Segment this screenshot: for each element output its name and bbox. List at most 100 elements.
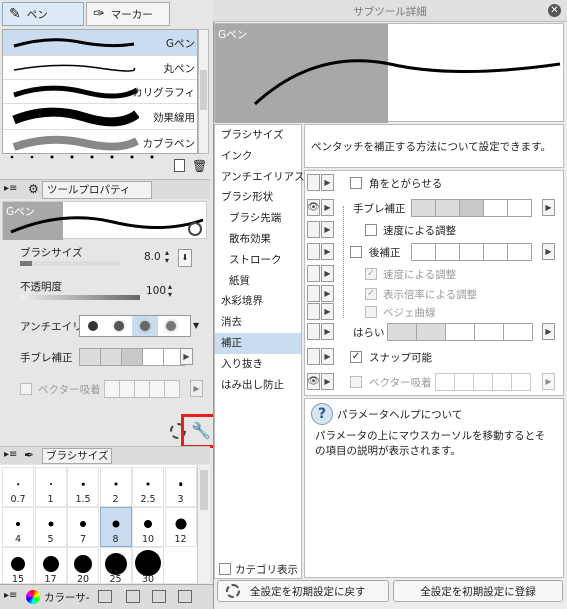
expand-arrow[interactable]: ▶ xyxy=(321,243,334,260)
show-category-checkbox[interactable] xyxy=(219,563,231,575)
brush-size-cell[interactable]: 15 xyxy=(2,547,34,587)
brush-item[interactable]: 丸ペン xyxy=(3,56,197,80)
post-correction-arrow[interactable]: ▶ xyxy=(542,243,555,260)
brush-size-cell[interactable]: 3 xyxy=(164,467,197,507)
expand-arrow[interactable]: ▶ xyxy=(321,323,334,340)
expand-arrow[interactable]: ▶ xyxy=(321,221,334,238)
post-correction-level[interactable] xyxy=(411,243,532,261)
speed-adjust-2-checkbox[interactable]: ✓ xyxy=(365,268,377,280)
brush-item[interactable]: カリグラフィ xyxy=(3,80,197,104)
brush-size-cell[interactable]: 2 xyxy=(99,467,132,507)
panel-menu-icon[interactable]: ▸≡ xyxy=(4,449,17,460)
speed-adjust-checkbox[interactable] xyxy=(365,224,377,236)
expand-arrow[interactable]: ▶ xyxy=(321,373,334,390)
category-item[interactable]: はみ出し防止 xyxy=(215,375,301,396)
brush-size-cell[interactable]: 17 xyxy=(34,547,67,587)
vector-snap-detail-arrow[interactable]: ▶ xyxy=(542,373,555,390)
eye-toggle[interactable] xyxy=(307,265,320,282)
category-item[interactable]: インク xyxy=(215,146,301,167)
category-item[interactable]: 消去 xyxy=(215,312,301,333)
eye-icon[interactable]: 👁 xyxy=(307,199,320,216)
panel-icon[interactable] xyxy=(98,590,112,603)
panel-icon[interactable] xyxy=(126,590,140,603)
tool-tab-marker[interactable]: ✑ マーカー xyxy=(86,2,170,26)
category-item[interactable]: アンチエイリアス xyxy=(215,167,305,188)
category-item[interactable]: ブラシ先端 xyxy=(215,208,301,229)
brush-size-cell[interactable]: 20 xyxy=(67,547,99,587)
brush-item[interactable]: カブラペン xyxy=(3,130,197,153)
category-item[interactable]: 水彩境界 xyxy=(215,291,301,312)
category-item[interactable]: 紙質 xyxy=(215,271,301,292)
panel-icon[interactable] xyxy=(152,590,166,603)
brush-size-scrollbar[interactable] xyxy=(197,465,210,583)
eye-toggle[interactable] xyxy=(307,285,320,302)
trash-icon[interactable]: 🗑 xyxy=(192,159,207,173)
vector-snap-detail-checkbox[interactable] xyxy=(350,376,362,388)
eye-icon[interactable]: 👁 xyxy=(307,373,320,390)
zoom-search-icon[interactable] xyxy=(188,222,202,236)
panel-icon[interactable] xyxy=(178,590,192,603)
snap-checkbox[interactable]: ✓ xyxy=(350,351,362,363)
brush-size-dropdown[interactable]: ⬇ xyxy=(178,249,192,267)
eye-toggle[interactable] xyxy=(307,323,320,340)
eye-toggle[interactable] xyxy=(307,221,320,238)
expand-arrow[interactable]: ▶ xyxy=(321,174,334,191)
category-item[interactable]: 入り抜き xyxy=(215,354,301,375)
harai-level[interactable] xyxy=(387,323,533,341)
tool-property-tab[interactable]: ツールプロパティ xyxy=(42,181,152,199)
expand-arrow[interactable]: ▶ xyxy=(321,303,334,320)
stabilization-level[interactable] xyxy=(79,348,185,366)
stabilization-arrow[interactable]: ▶ xyxy=(180,348,193,365)
category-item[interactable]: ブラシ形状 xyxy=(215,187,301,208)
vector-snap-checkbox[interactable] xyxy=(20,383,32,395)
post-correction-checkbox[interactable] xyxy=(350,246,362,258)
brush-size-cell[interactable]: 30 xyxy=(132,547,164,587)
stabilization-detail-arrow[interactable]: ▶ xyxy=(542,199,555,216)
brush-size-value[interactable]: 8.0 xyxy=(144,251,161,263)
brush-size-cell[interactable]: 12 xyxy=(164,507,197,547)
bezier-checkbox[interactable] xyxy=(365,306,377,318)
expand-arrow[interactable]: ▶ xyxy=(321,265,334,282)
brush-size-cell[interactable]: 1.5 xyxy=(67,467,99,507)
opacity-slider[interactable] xyxy=(20,295,140,300)
brush-size-spinner[interactable]: ▴ ▾ xyxy=(165,249,169,265)
harai-arrow[interactable]: ▶ xyxy=(542,323,555,340)
category-item[interactable]: ブラシサイズ xyxy=(215,125,301,146)
category-item[interactable]: 補正 xyxy=(215,332,301,354)
brush-size-cell[interactable]: 4 xyxy=(2,507,34,547)
expand-arrow[interactable]: ▶ xyxy=(321,348,334,365)
brush-size-cell[interactable]: 5 xyxy=(34,507,67,547)
brush-size-cell[interactable]: 1 xyxy=(34,467,67,507)
category-item[interactable]: 散布効果 xyxy=(215,229,301,250)
category-item[interactable]: ストローク xyxy=(215,250,301,271)
brush-size-cell[interactable]: 7 xyxy=(67,507,99,547)
sharp-corners-checkbox[interactable] xyxy=(350,177,362,189)
stabilization-detail-level[interactable] xyxy=(411,199,532,217)
antialias-dropdown-icon[interactable]: ▼ xyxy=(193,321,199,330)
close-icon[interactable]: ✕ xyxy=(548,4,561,17)
brush-size-cell[interactable]: 10 xyxy=(132,507,164,547)
register-all-button[interactable]: 全設定を初期設定に登録 xyxy=(393,580,563,602)
vector-snap-arrow[interactable]: ▶ xyxy=(190,380,203,397)
brush-size-cell[interactable]: 2.5 xyxy=(132,467,164,507)
new-subtool-icon[interactable] xyxy=(174,159,185,172)
zoom-adjust-checkbox[interactable]: ✓ xyxy=(365,288,377,300)
reset-all-button[interactable]: 全設定を初期設定に戻す xyxy=(217,580,389,602)
tool-tab-pen[interactable]: ✎ ペン xyxy=(2,2,84,26)
panel-menu-icon[interactable]: ▸≡ xyxy=(4,590,17,601)
expand-arrow[interactable]: ▶ xyxy=(321,199,334,216)
brush-item[interactable]: Gペン xyxy=(3,30,197,56)
antialias-selector[interactable] xyxy=(79,315,191,337)
brush-list-scrollbar[interactable] xyxy=(198,29,209,154)
brush-size-tab[interactable]: ブラシサイズ xyxy=(42,448,112,464)
eye-toggle[interactable] xyxy=(307,174,320,191)
brush-size-cell[interactable]: 25 xyxy=(99,547,132,587)
opacity-spinner[interactable]: ▴ ▾ xyxy=(168,283,172,299)
wrench-icon[interactable]: 🔧 xyxy=(191,421,211,440)
expand-arrow[interactable]: ▶ xyxy=(321,285,334,302)
eye-toggle[interactable] xyxy=(307,243,320,260)
opacity-value[interactable]: 100 xyxy=(146,285,166,297)
panel-menu-icon[interactable]: ▸≡ xyxy=(4,183,17,194)
color-tab-label[interactable]: カラーサ- xyxy=(44,590,90,605)
brush-size-slider[interactable] xyxy=(20,261,120,266)
